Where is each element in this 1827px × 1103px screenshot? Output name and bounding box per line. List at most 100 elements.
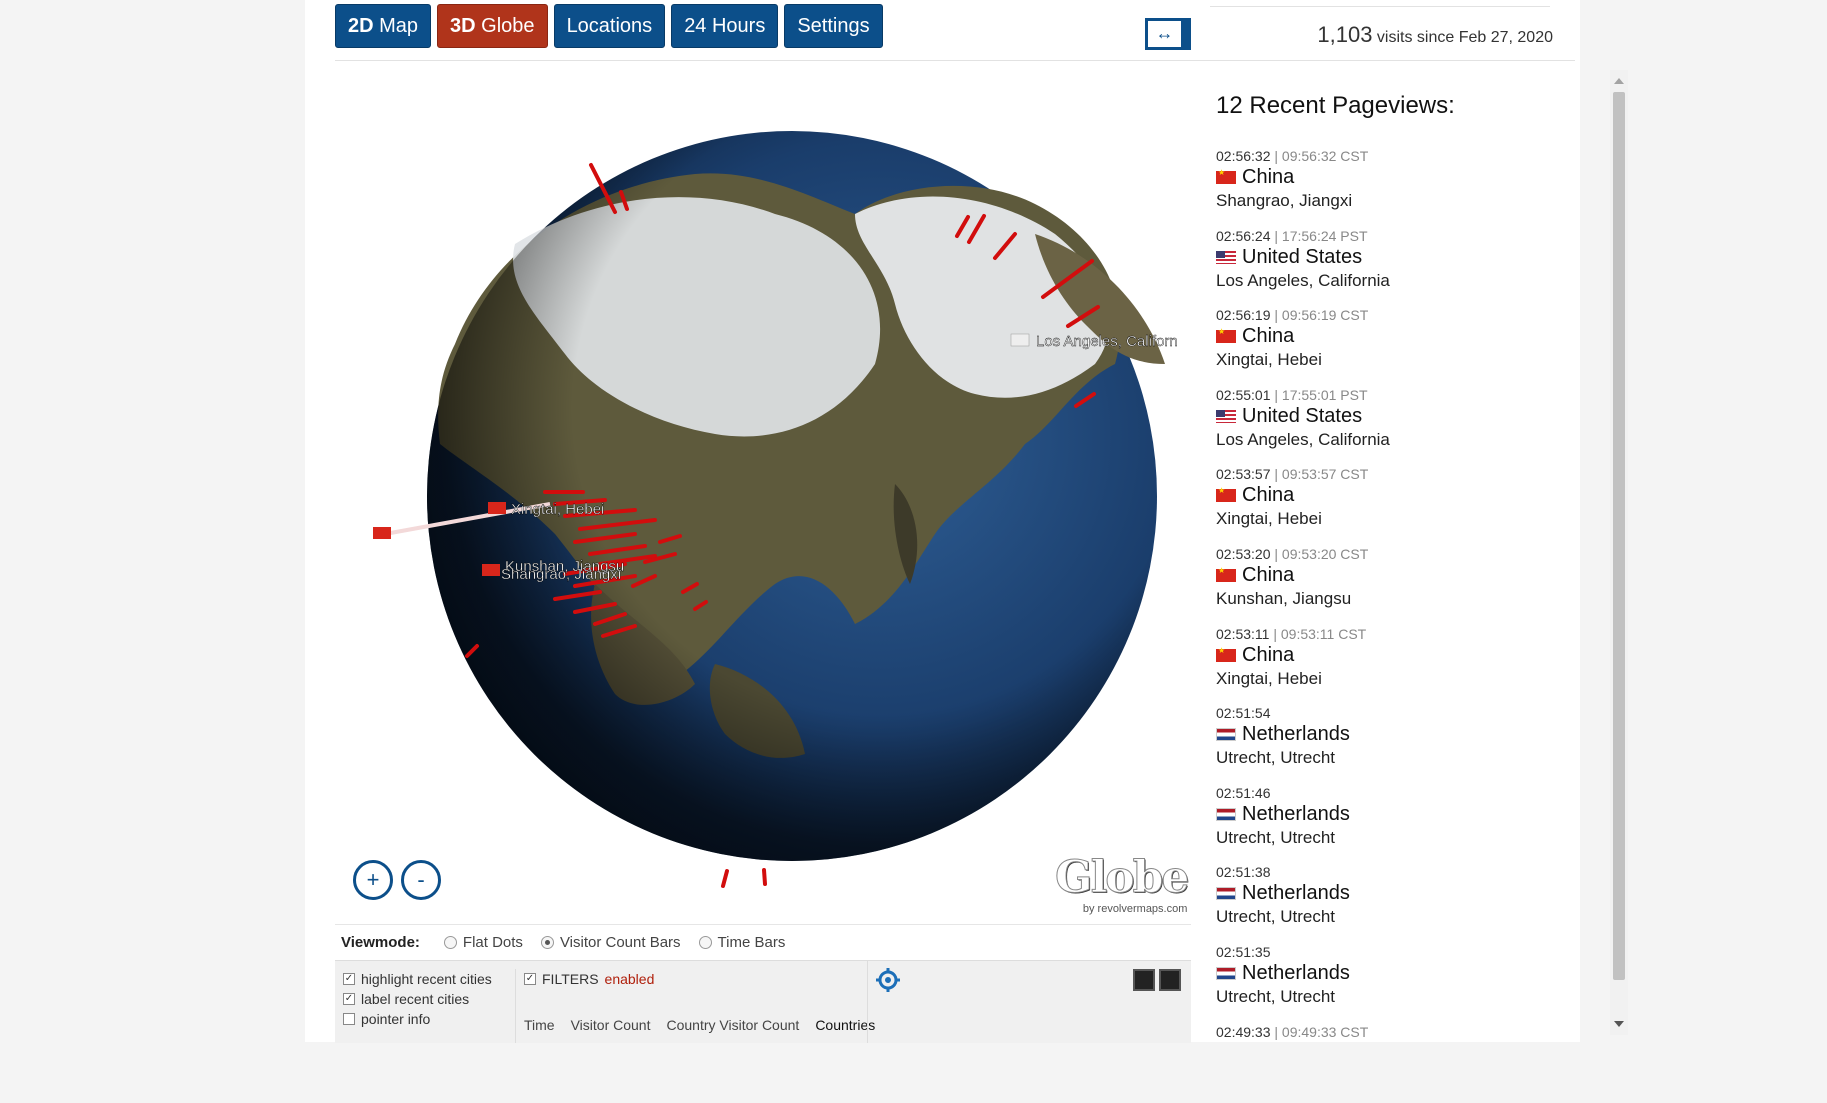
pageview-country: United States xyxy=(1216,405,1526,428)
pageview-city: Utrecht, Utrecht xyxy=(1216,986,1336,1006)
pageview-city: Xingtai, Hebei xyxy=(1216,668,1322,688)
netherlands-flag-icon xyxy=(1216,728,1236,742)
pageview-country: China xyxy=(1216,644,1526,667)
checkbox-checked-icon[interactable]: ✓ xyxy=(524,973,536,985)
pageview-country: Netherlands xyxy=(1216,723,1526,746)
globe-viewport[interactable]: Xingtai, Hebei Kunshan, Jiangsu Shangrao… xyxy=(335,64,1191,924)
expand-toggle-button[interactable]: ↔ xyxy=(1145,18,1191,50)
snapshot-icon[interactable] xyxy=(1133,969,1155,991)
country-name: United States xyxy=(1242,245,1363,268)
checkbox-checked-icon[interactable]: ✓ xyxy=(343,973,355,985)
logo-subtext: by revolvermaps.com xyxy=(1082,903,1188,915)
time-alt: | 09:56:32 CST xyxy=(1270,148,1369,164)
pageview-country: Netherlands xyxy=(1216,882,1526,905)
country-name: China xyxy=(1242,484,1295,507)
pageview-time: 02:49:33 | 09:49:33 CST xyxy=(1216,1024,1526,1040)
list-item: 02:53:11 | 09:53:11 CST China Xingtai, H… xyxy=(1216,626,1526,706)
time-local: 02:55:01 xyxy=(1216,386,1271,403)
zoom-in-button[interactable]: + xyxy=(353,860,393,900)
pageview-city: Utrecht, Utrecht xyxy=(1216,748,1336,768)
visit-since-text: visits since Feb 27, 2020 xyxy=(1372,29,1553,46)
time-local: 02:53:11 xyxy=(1216,625,1270,642)
radio-icon[interactable] xyxy=(698,936,712,949)
pageview-city: Xingtai, Hebei xyxy=(1216,509,1322,529)
china-flag-icon xyxy=(1216,566,1236,582)
list-item: 02:56:24 | 17:56:24 PST United States Lo… xyxy=(1216,228,1526,308)
globe-canvas[interactable]: Xingtai, Hebei Kunshan, Jiangsu Shangrao… xyxy=(335,64,1191,924)
time-alt: | 09:53:11 CST xyxy=(1269,625,1367,642)
pageview-country: China xyxy=(1216,564,1526,587)
pageview-country: China xyxy=(1216,484,1526,507)
bar xyxy=(762,868,767,886)
viewmode-visitor-count-bars[interactable]: Visitor Count Bars xyxy=(540,934,681,951)
nav-settings-button[interactable]: Settings xyxy=(784,4,883,48)
nav-2d-map-button[interactable]: 2D Map xyxy=(335,4,432,48)
filter-tab-country-visitor-count[interactable]: Country Visitor Count xyxy=(667,1017,800,1033)
gear-icon[interactable] xyxy=(875,967,901,993)
label-option[interactable]: ✓ label recent cities xyxy=(343,989,492,1009)
pageview-time: 02:53:57 | 09:53:57 CST xyxy=(1216,466,1526,482)
scroll-down-icon[interactable] xyxy=(1614,1021,1624,1027)
nav-3d-globe-button[interactable]: 3D Globe xyxy=(437,4,548,48)
scroll-up-icon[interactable] xyxy=(1614,78,1624,84)
radio-icon[interactable] xyxy=(443,936,457,949)
viewmode-time-bars[interactable]: Time Bars xyxy=(698,934,785,951)
us-flag-icon xyxy=(1216,250,1236,264)
pointer-option[interactable]: pointer info xyxy=(343,1009,492,1029)
country-name: China xyxy=(1242,643,1295,666)
checkbox-icon[interactable] xyxy=(343,1013,355,1025)
highlight-option[interactable]: ✓ highlight recent cities xyxy=(343,969,492,989)
radio-label: Flat Dots xyxy=(462,934,523,951)
country-name: China xyxy=(1242,166,1295,188)
filters-status: enabled xyxy=(604,971,655,987)
label-flag-xingtai xyxy=(488,502,506,514)
checkbox-checked-icon[interactable]: ✓ xyxy=(343,993,355,1005)
visit-counter: 1,103 visits since Feb 27, 2020 xyxy=(1317,22,1553,48)
nav-3d-label: Globe xyxy=(475,15,535,37)
pageview-scrollbar[interactable] xyxy=(1610,70,1628,1035)
filter-tab-visitor-count[interactable]: Visitor Count xyxy=(571,1017,651,1033)
china-flag-icon xyxy=(1216,168,1236,184)
viewmode-flat-dots[interactable]: Flat Dots xyxy=(443,934,523,951)
label-shangrao: Shangrao, Jiangxi xyxy=(501,566,621,583)
pageview-time: 02:51:54 xyxy=(1216,705,1526,721)
list-item: 02:49:33 | 09:49:33 CST xyxy=(1216,1024,1526,1103)
scroll-thumb[interactable] xyxy=(1613,92,1625,980)
netherlands-flag-icon xyxy=(1216,807,1236,821)
filter-tabs: Time Visitor Count Country Visitor Count… xyxy=(524,1017,875,1033)
zoom-out-button[interactable]: - xyxy=(401,860,441,900)
time-alt: | 09:53:57 CST xyxy=(1270,466,1369,483)
time-local: 02:49:33 xyxy=(1216,1023,1271,1040)
country-name: Netherlands xyxy=(1242,723,1350,746)
time-local: 02:51:38 xyxy=(1216,864,1271,881)
list-item: 02:56:19 | 09:56:19 CST China Xingtai, H… xyxy=(1216,307,1526,387)
radio-selected-icon[interactable] xyxy=(540,936,554,949)
viewmode-bar: Viewmode: Flat Dots Visitor Count Bars T… xyxy=(335,924,1191,960)
country-name: United States xyxy=(1242,404,1363,427)
pageview-city: Shangrao, Jiangxi xyxy=(1216,191,1353,210)
time-local: 02:53:20 xyxy=(1216,545,1271,562)
pageview-list: 02:56:32 | 09:56:32 CST China Shangrao, … xyxy=(1216,148,1526,1103)
fullscreen-icon[interactable] xyxy=(1159,969,1181,991)
nav-24-hours-button[interactable]: 24 Hours xyxy=(671,4,779,48)
top-nav: 2D Map 3D Globe Locations 24 Hours Setti… xyxy=(335,4,883,48)
filters-section: ✓ FILTERS enabled Time Visitor Count Count… xyxy=(515,969,875,1043)
pageview-time: 02:51:35 xyxy=(1216,944,1526,960)
nav-locations-button[interactable]: Locations xyxy=(553,4,666,48)
revolvermaps-logo[interactable]: Globe by revolvermaps.com xyxy=(1054,852,1189,916)
china-flag-icon xyxy=(1216,327,1236,344)
list-item: 02:53:20 | 09:53:20 CST China Kunshan, J… xyxy=(1216,546,1526,626)
time-local: 02:51:35 xyxy=(1216,943,1271,960)
china-flag-icon xyxy=(1216,486,1236,503)
recent-pageviews-panel: 12 Recent Pageviews: 02:56:32 | 09:56:32… xyxy=(1210,70,1550,1042)
option-label: label recent cities xyxy=(361,991,470,1007)
label-xingtai: Xingtai, Hebei xyxy=(511,501,604,518)
time-alt: | 17:55:01 PST xyxy=(1270,386,1368,403)
filter-tab-time[interactable]: Time xyxy=(524,1017,555,1033)
list-item: 02:51:46 Netherlands Utrecht, Utrecht xyxy=(1216,785,1526,865)
filters-toggle[interactable]: ✓ FILTERS enabled xyxy=(524,969,794,989)
pageview-country: Netherlands xyxy=(1216,803,1526,826)
list-item: 02:55:01 | 17:55:01 PST United States Lo… xyxy=(1216,387,1526,467)
time-local: 02:56:32 xyxy=(1216,148,1271,164)
country-name: Netherlands xyxy=(1242,882,1350,905)
